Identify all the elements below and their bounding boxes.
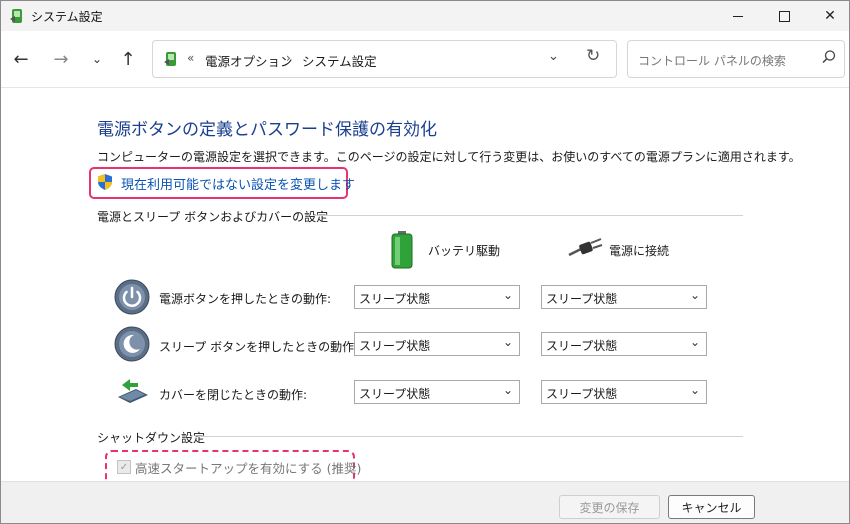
lid-close-battery-select[interactable]: スリープ状態 ⌄	[354, 380, 520, 404]
power-options-icon	[10, 9, 22, 23]
checkmark-icon: ✓	[119, 461, 129, 473]
battery-column-header: バッテリ駆動	[428, 244, 501, 258]
plugged-column-header: 電源に接続	[609, 244, 670, 258]
close-icon: ✕	[824, 8, 836, 24]
arrow-right-icon: →	[53, 48, 69, 70]
sleep-button-battery-select[interactable]: スリープ状態 ⌄	[354, 332, 520, 356]
section-divider	[198, 436, 743, 437]
search-box[interactable]: コントロール パネルの検索	[627, 40, 845, 78]
selected-value: スリープ状態	[359, 387, 431, 401]
power-button-action-label: 電源ボタンを押したときの動作:	[159, 292, 332, 306]
arrow-up-icon: ↑	[120, 48, 136, 70]
power-button-icon	[114, 279, 150, 315]
address-bar[interactable]: « 電源オプション › システム設定 ⌄ ↻	[152, 40, 617, 78]
selected-value: スリープ状態	[359, 292, 431, 306]
chevron-down-icon: ⌄	[689, 288, 700, 302]
shutdown-section-title: シャットダウン設定	[97, 431, 206, 445]
close-button[interactable]: ✕	[807, 1, 849, 31]
title-bar: システム設定 ✕	[1, 1, 849, 31]
window-title: システム設定	[31, 10, 103, 24]
minimize-button[interactable]	[715, 1, 761, 31]
save-changes-button[interactable]: 変更の保存	[559, 495, 660, 519]
chevron-down-icon: ⌄	[502, 288, 513, 302]
arrow-left-icon: ←	[13, 48, 29, 70]
system-settings-window: システム設定 ✕ ← → ⌄ ↑ « 電源オプション › システム設定 ⌄ ↻ …	[0, 0, 850, 524]
refresh-icon[interactable]: ↻	[586, 46, 600, 66]
up-button[interactable]: ↑	[114, 43, 142, 75]
power-options-icon	[164, 52, 176, 66]
back-button[interactable]: ←	[7, 43, 35, 75]
breadcrumb-system-settings[interactable]: システム設定	[302, 51, 377, 70]
navigation-bar: ← → ⌄ ↑ « 電源オプション › システム設定 ⌄ ↻ コントロール パネ…	[1, 31, 849, 88]
chevron-down-icon: ⌄	[91, 52, 103, 66]
fast-startup-checkbox[interactable]: ✓	[117, 460, 131, 474]
breadcrumb-separator-icon[interactable]: ›	[286, 51, 291, 65]
selected-value: スリープ状態	[359, 339, 431, 353]
chevron-down-icon: ⌄	[502, 383, 513, 397]
battery-icon	[391, 231, 413, 269]
lid-close-action-label: カバーを閉じたときの動作:	[159, 388, 308, 402]
sleep-button-plugged-select[interactable]: スリープ状態 ⌄	[541, 332, 707, 356]
chevron-down-icon: ⌄	[689, 383, 700, 397]
power-button-plugged-select[interactable]: スリープ状態 ⌄	[541, 285, 707, 309]
page-description: コンピューターの電源設定を選択できます。このページの設定に対して行う変更は、お使…	[97, 150, 801, 164]
shield-icon	[98, 174, 112, 190]
selected-value: スリープ状態	[546, 387, 618, 401]
forward-button[interactable]: →	[47, 43, 75, 75]
search-icon[interactable]	[821, 49, 837, 65]
address-overflow-icon[interactable]: «	[187, 51, 194, 65]
power-button-battery-select[interactable]: スリープ状態 ⌄	[354, 285, 520, 309]
change-unavailable-settings-link[interactable]: 現在利用可能ではない設定を変更します	[121, 174, 355, 193]
section-divider	[313, 215, 743, 216]
selected-value: スリープ状態	[546, 292, 618, 306]
selected-value: スリープ状態	[546, 339, 618, 353]
address-dropdown-icon[interactable]: ⌄	[548, 49, 559, 64]
page-title: 電源ボタンの定義とパスワード保護の有効化	[97, 120, 437, 140]
maximize-button[interactable]	[761, 1, 807, 31]
chevron-down-icon: ⌄	[502, 335, 513, 349]
sleep-button-action-label: スリープ ボタンを押したときの動作:	[159, 340, 359, 354]
cancel-button[interactable]: キャンセル	[668, 495, 755, 519]
laptop-lid-icon	[118, 379, 148, 403]
search-input[interactable]: コントロール パネルの検索	[638, 52, 786, 69]
chevron-down-icon: ⌄	[689, 335, 700, 349]
plug-icon	[568, 238, 603, 257]
maximize-icon	[778, 10, 790, 22]
breadcrumb-power-options[interactable]: 電源オプション	[205, 51, 293, 70]
minimize-icon	[733, 15, 743, 17]
recent-locations-button[interactable]: ⌄	[83, 43, 111, 75]
power-buttons-section-title: 電源とスリープ ボタンおよびカバーの設定	[97, 210, 329, 224]
sleep-button-icon	[114, 326, 150, 362]
change-settings-highlight: 現在利用可能ではない設定を変更します	[89, 167, 355, 199]
lid-close-plugged-select[interactable]: スリープ状態 ⌄	[541, 380, 707, 404]
button-bar: 変更の保存 キャンセル	[1, 481, 849, 523]
fast-startup-label[interactable]: 高速スタートアップを有効にする (推奨)	[135, 458, 361, 477]
